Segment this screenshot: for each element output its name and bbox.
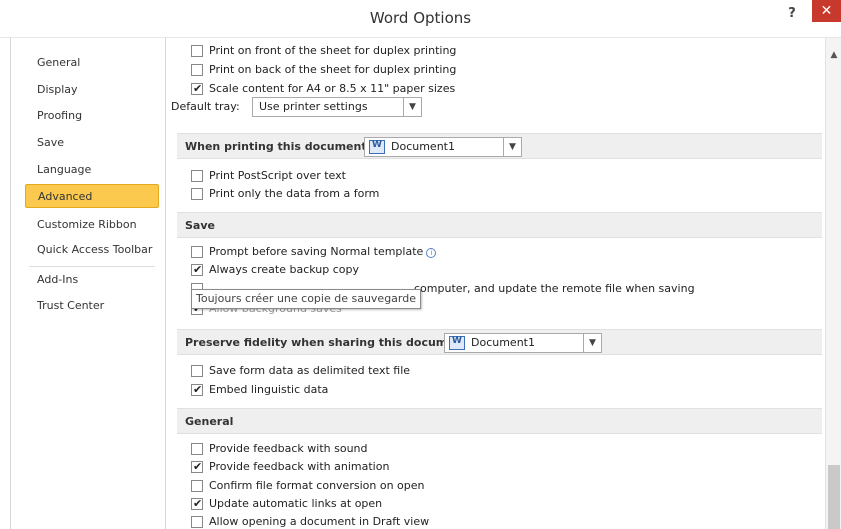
default-tray-value: Use printer settings xyxy=(259,100,368,113)
checkbox[interactable] xyxy=(191,170,203,182)
section-title: Preserve fidelity when sharing this docu… xyxy=(185,336,473,349)
window-frame xyxy=(0,38,10,529)
checkbox-checked[interactable] xyxy=(191,458,203,476)
sidebar-item-proofing[interactable]: Proofing xyxy=(25,104,159,128)
checkbox[interactable] xyxy=(191,188,203,200)
chevron-down-icon[interactable]: ▼ xyxy=(583,334,601,352)
section-title: General xyxy=(185,415,234,428)
sidebar-item-trust-center[interactable]: Trust Center xyxy=(25,294,159,318)
checkbox[interactable] xyxy=(191,45,203,57)
section-preserve-fidelity: Preserve fidelity when sharing this docu… xyxy=(177,329,822,355)
sidebar: General Display Proofing Save Language A… xyxy=(10,38,166,529)
title-bar: Word Options ? ✕ xyxy=(0,0,841,38)
sidebar-item-customize-ribbon[interactable]: Customize Ribbon xyxy=(25,213,159,237)
checkbox[interactable] xyxy=(191,516,203,528)
checkbox-checked[interactable] xyxy=(191,80,203,98)
vertical-scrollbar[interactable]: ▲ xyxy=(825,38,841,529)
word-document-icon xyxy=(369,140,385,154)
help-button[interactable]: ? xyxy=(782,4,802,24)
section-title: Save xyxy=(185,219,215,232)
sidebar-item-general[interactable]: General xyxy=(25,51,159,75)
checkbox[interactable] xyxy=(191,365,203,377)
sidebar-separator xyxy=(29,266,155,267)
checkbox-checked[interactable] xyxy=(191,495,203,513)
sidebar-item-display[interactable]: Display xyxy=(25,78,159,102)
sidebar-item-quick-access-toolbar[interactable]: Quick Access Toolbar xyxy=(25,238,159,262)
checkbox[interactable] xyxy=(191,64,203,76)
sidebar-item-add-ins[interactable]: Add-Ins xyxy=(25,268,159,292)
checkbox[interactable] xyxy=(191,443,203,455)
scroll-thumb[interactable] xyxy=(828,465,840,529)
checkbox[interactable] xyxy=(191,246,203,258)
section-when-printing: When printing this document: Document1 ▼ xyxy=(177,133,822,159)
default-tray-label: Default tray: xyxy=(171,100,240,113)
checkbox-checked[interactable] xyxy=(191,381,203,399)
fidelity-document-dropdown[interactable]: Document1 ▼ xyxy=(444,333,602,353)
word-document-icon xyxy=(449,336,465,350)
section-general: General xyxy=(177,408,822,434)
section-save: Save xyxy=(177,212,822,238)
chevron-down-icon[interactable]: ▼ xyxy=(403,98,421,116)
default-tray-dropdown[interactable]: Use printer settings ▼ xyxy=(252,97,422,117)
section-title: When printing this document: xyxy=(185,140,371,153)
tooltip: Toujours créer une copie de sauvegarde xyxy=(191,289,421,309)
scroll-up-arrow-icon[interactable]: ▲ xyxy=(826,50,841,62)
info-icon[interactable]: i xyxy=(426,248,437,258)
chevron-down-icon[interactable]: ▼ xyxy=(503,138,521,156)
sidebar-item-advanced[interactable]: Advanced xyxy=(25,184,159,208)
options-content: Print on front of the sheet for duplex p… xyxy=(167,38,825,529)
checkbox[interactable] xyxy=(191,480,203,492)
close-button[interactable]: ✕ xyxy=(812,0,841,22)
sidebar-item-save[interactable]: Save xyxy=(25,131,159,155)
printing-document-dropdown[interactable]: Document1 ▼ xyxy=(364,137,522,157)
checkbox-checked[interactable] xyxy=(191,261,203,279)
window-title: Word Options xyxy=(369,9,472,27)
sidebar-item-language[interactable]: Language xyxy=(25,158,159,182)
